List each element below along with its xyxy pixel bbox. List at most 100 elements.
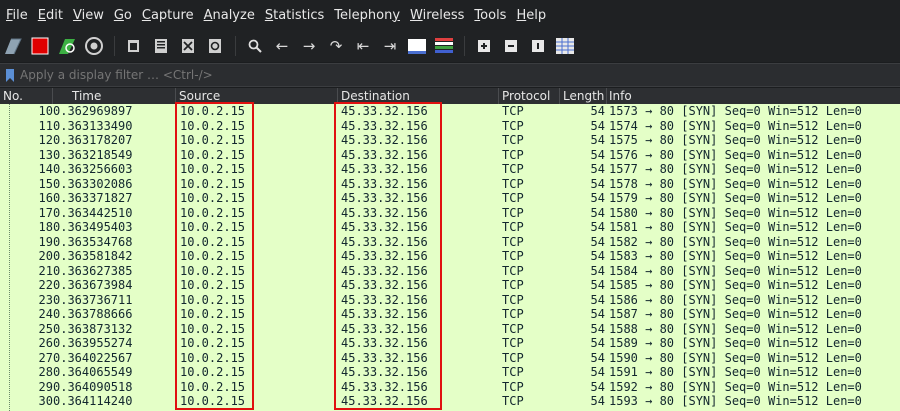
zoom-out-icon[interactable] <box>498 33 524 59</box>
table-row[interactable]: 16 0.363371827 10.0.2.15 45.33.32.156 TCP 54 1… <box>0 191 900 206</box>
stop-icon[interactable] <box>27 33 53 59</box>
main-toolbar: ← → ↷ ⇤ ⇥ <box>0 30 900 62</box>
column-separator[interactable] <box>52 88 53 104</box>
cell-protocol: TCP <box>502 379 524 394</box>
cell-info: 1583 → 80 [SYN] Seq=0 Win=512 Len=0 <box>609 249 862 263</box>
table-row[interactable]: 12 0.363178207 10.0.2.15 45.33.32.156 TCP 54 1… <box>0 133 900 148</box>
reload-file-icon[interactable] <box>202 33 228 59</box>
table-row[interactable]: 20 0.363581842 10.0.2.15 45.33.32.156 TCP 54 1… <box>0 249 900 264</box>
cell-no: 28 <box>38 365 53 379</box>
table-row[interactable]: 25 0.363873132 10.0.2.15 45.33.32.156 TCP 54 1… <box>0 322 900 337</box>
column-header-source[interactable]: Source <box>179 89 220 103</box>
normal-size-icon[interactable] <box>525 33 551 59</box>
table-row[interactable]: 19 0.363534768 10.0.2.15 45.33.32.156 TCP 54 1… <box>0 235 900 250</box>
table-row[interactable]: 18 0.363495403 10.0.2.15 45.33.32.156 TCP 54 1… <box>0 220 900 235</box>
column-header-time[interactable]: Time <box>72 89 101 103</box>
cell-no: 24 <box>38 307 53 321</box>
table-row[interactable]: 30 0.364114240 10.0.2.15 45.33.32.156 TCP 54 1… <box>0 394 900 409</box>
cell-no: 11 <box>38 118 53 133</box>
cell-time: 0.363627385 <box>53 263 133 278</box>
auto-scroll-icon[interactable] <box>404 33 430 59</box>
cell-length: 54 <box>590 307 605 321</box>
cell-protocol: TCP <box>502 191 524 205</box>
bookmark-icon[interactable] <box>6 68 14 82</box>
cell-protocol: TCP <box>502 147 524 162</box>
colorize-icon[interactable] <box>431 33 457 59</box>
column-separator[interactable] <box>498 88 499 104</box>
table-row[interactable]: 13 0.363218549 10.0.2.15 45.33.32.156 TCP 54 1… <box>0 148 900 163</box>
cell-length: 54 <box>590 292 605 307</box>
cell-length: 54 <box>590 191 605 205</box>
table-row[interactable]: 22 0.363673984 10.0.2.15 45.33.32.156 TCP 54 1… <box>0 278 900 293</box>
cell-info: 1588 → 80 [SYN] Seq=0 Win=512 Len=0 <box>609 321 862 336</box>
go-forward-icon[interactable]: → <box>296 33 322 59</box>
cell-time: 0.363581842 <box>53 249 133 263</box>
packet-list-header: No. Time Source Destination Protocol Len… <box>0 88 900 104</box>
cell-no: 16 <box>38 191 53 205</box>
menu-view[interactable]: View <box>69 8 108 23</box>
menu-analyze[interactable]: Analyze <box>200 8 259 23</box>
shark-fin-icon[interactable] <box>0 33 26 59</box>
go-back-icon[interactable]: ← <box>269 33 295 59</box>
cell-info: 1579 → 80 [SYN] Seq=0 Win=512 Len=0 <box>609 191 862 205</box>
cell-no: 23 <box>38 292 53 307</box>
table-row[interactable]: 26 0.363955274 10.0.2.15 45.33.32.156 TCP 54 1… <box>0 336 900 351</box>
cell-info: 1582 → 80 [SYN] Seq=0 Win=512 Len=0 <box>609 234 862 249</box>
resize-columns-icon[interactable] <box>552 33 578 59</box>
go-last-icon[interactable]: ⇥ <box>377 33 403 59</box>
packet-list[interactable]: 10 0.362969897 10.0.2.15 45.33.32.156 TCP 54 1… <box>0 104 900 411</box>
cell-info: 1591 → 80 [SYN] Seq=0 Win=512 Len=0 <box>609 365 862 379</box>
cell-protocol: TCP <box>502 176 524 191</box>
menu-statistics[interactable]: Statistics <box>261 8 328 23</box>
column-header-protocol[interactable]: Protocol <box>502 89 550 103</box>
close-file-icon[interactable] <box>175 33 201 59</box>
cell-protocol: TCP <box>502 365 524 379</box>
table-row[interactable]: 10 0.362969897 10.0.2.15 45.33.32.156 TCP 54 1… <box>0 104 900 119</box>
menu-wireless[interactable]: Wireless <box>406 8 468 23</box>
menu-tools[interactable]: Tools <box>470 8 510 23</box>
go-to-packet-icon[interactable]: ↷ <box>323 33 349 59</box>
cell-length: 54 <box>590 176 605 191</box>
table-row[interactable]: 14 0.363256603 10.0.2.15 45.33.32.156 TCP 54 1… <box>0 162 900 177</box>
table-row[interactable]: 11 0.363133490 10.0.2.15 45.33.32.156 TCP 54 1… <box>0 119 900 134</box>
cell-protocol: TCP <box>502 336 524 350</box>
cell-info: 1587 → 80 [SYN] Seq=0 Win=512 Len=0 <box>609 307 862 321</box>
cell-length: 54 <box>590 321 605 336</box>
capture-options-icon[interactable] <box>81 33 107 59</box>
menu-capture[interactable]: Capture <box>138 8 198 23</box>
column-header-destination[interactable]: Destination <box>341 89 410 103</box>
column-header-no[interactable]: No. <box>3 89 23 103</box>
table-row[interactable]: 15 0.363302086 10.0.2.15 45.33.32.156 TCP 54 1… <box>0 177 900 192</box>
display-filter-input[interactable] <box>20 68 880 82</box>
cell-info: 1586 → 80 [SYN] Seq=0 Win=512 Len=0 <box>609 292 862 307</box>
save-file-icon[interactable] <box>148 33 174 59</box>
open-file-icon[interactable] <box>121 33 147 59</box>
menu-go[interactable]: Go <box>110 8 136 23</box>
find-packet-icon[interactable] <box>242 33 268 59</box>
cell-length: 54 <box>590 379 605 394</box>
cell-length: 54 <box>590 278 605 292</box>
column-header-length[interactable]: Length <box>563 89 604 103</box>
column-separator[interactable] <box>559 88 560 104</box>
column-header-info[interactable]: Info <box>609 89 632 103</box>
table-row[interactable]: 23 0.363736711 10.0.2.15 45.33.32.156 TCP 54 1… <box>0 293 900 308</box>
table-row[interactable]: 17 0.363442510 10.0.2.15 45.33.32.156 TCP 54 1… <box>0 206 900 221</box>
cell-time: 0.363218549 <box>53 147 133 162</box>
table-row[interactable]: 24 0.363788666 10.0.2.15 45.33.32.156 TCP 54 1… <box>0 307 900 322</box>
column-separator[interactable] <box>606 88 607 104</box>
cell-info: 1592 → 80 [SYN] Seq=0 Win=512 Len=0 <box>609 379 862 394</box>
zoom-in-icon[interactable] <box>471 33 497 59</box>
table-row[interactable]: 28 0.364065549 10.0.2.15 45.33.32.156 TCP 54 1… <box>0 365 900 380</box>
conversation-tree-line <box>9 104 10 411</box>
menu-help[interactable]: Help <box>512 8 550 23</box>
menu-file[interactable]: File <box>2 8 32 23</box>
restart-capture-icon[interactable] <box>54 33 80 59</box>
table-row[interactable]: 27 0.364022567 10.0.2.15 45.33.32.156 TCP 54 1… <box>0 351 900 366</box>
menu-telephony[interactable]: Telephony <box>330 8 404 23</box>
destination-highlight-box <box>334 102 442 410</box>
table-row[interactable]: 21 0.363627385 10.0.2.15 45.33.32.156 TCP 54 1… <box>0 264 900 279</box>
menu-edit[interactable]: Edit <box>34 8 67 23</box>
table-row[interactable]: 29 0.364090518 10.0.2.15 45.33.32.156 TCP 54 1… <box>0 380 900 395</box>
go-first-icon[interactable]: ⇤ <box>350 33 376 59</box>
cell-no: 13 <box>38 147 53 162</box>
